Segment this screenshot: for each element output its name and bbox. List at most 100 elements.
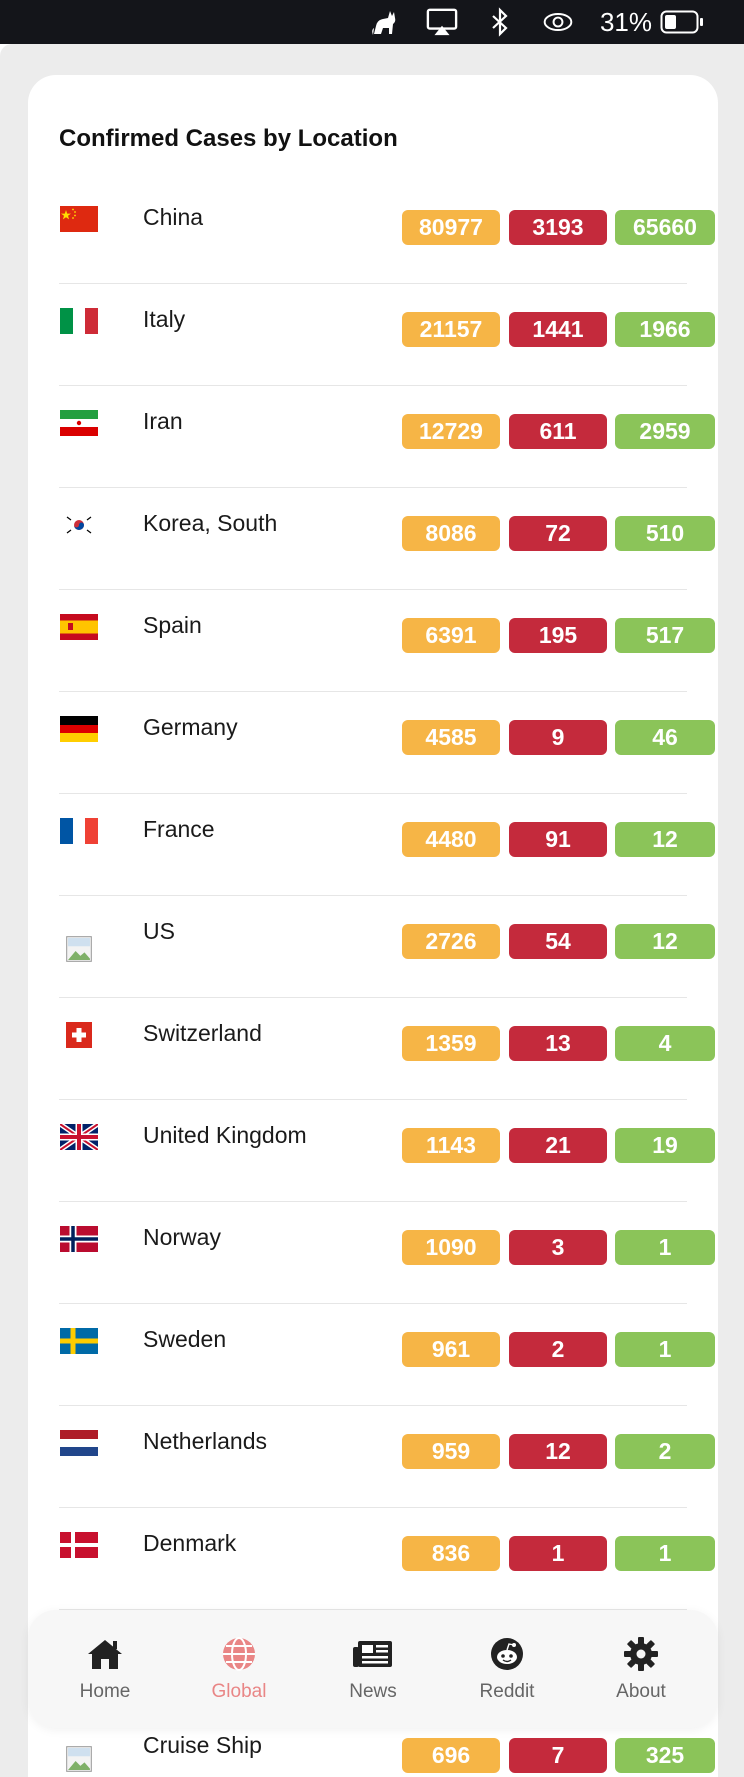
card-title: Confirmed Cases by Location: [59, 125, 398, 152]
menu-bar: 31%: [0, 0, 744, 44]
tab-home[interactable]: Home: [45, 1635, 165, 1703]
location-row[interactable]: US 2726 54 12: [59, 896, 715, 998]
recovered-count: 46: [615, 720, 715, 755]
battery-indicator[interactable]: 31%: [600, 7, 704, 38]
deaths-count: 12: [509, 1434, 607, 1469]
china-flag-icon: [60, 206, 98, 232]
location-name: Switzerland: [143, 1020, 262, 1046]
tab-news[interactable]: News: [313, 1635, 433, 1703]
location-row[interactable]: Switzerland 1359 13 4: [59, 998, 715, 1100]
location-row[interactable]: Denmark 836 1 1: [59, 1508, 715, 1610]
newspaper-icon: [352, 1635, 394, 1673]
confirmed-count: 1090: [402, 1230, 500, 1265]
location-row[interactable]: Iran 12729 611 2959: [59, 386, 715, 488]
home-icon: [84, 1635, 126, 1673]
denmark-flag-icon: [60, 1532, 98, 1558]
cat-icon[interactable]: [368, 6, 400, 38]
location-name: Netherlands: [143, 1428, 268, 1454]
location-row[interactable]: Sweden 961 2 1: [59, 1304, 715, 1406]
deaths-count: 1441: [509, 312, 607, 347]
bluetooth-icon[interactable]: [484, 6, 516, 38]
location-name: US: [143, 918, 175, 944]
location-row[interactable]: France 4480 91 12: [59, 794, 715, 896]
uk-flag-icon: [60, 1124, 98, 1150]
recovered-count: 2959: [615, 414, 715, 449]
south-korea-flag-icon: [60, 512, 98, 538]
recovered-count: 325: [615, 1738, 715, 1773]
italy-flag-icon: [60, 308, 98, 334]
recovered-count: 1: [615, 1230, 715, 1265]
recovered-count: 1966: [615, 312, 715, 347]
location-list: China 80977 3193 65660 Italy 21157 1441 1966 Ira…: [59, 182, 715, 1610]
location-row[interactable]: United Kingdom 1143 21 19: [59, 1100, 715, 1202]
location-row[interactable]: Korea, South 8086 72 510: [59, 488, 715, 590]
broken-image-icon: [60, 936, 98, 974]
confirmed-count: 696: [402, 1738, 500, 1773]
recovered-count: 1: [615, 1536, 715, 1571]
battery-percent: 31%: [599, 6, 652, 37]
tab-label: About: [616, 1681, 666, 1702]
location-row[interactable]: Netherlands 959 12 2: [59, 1406, 715, 1508]
confirmed-count: 1359: [402, 1026, 500, 1061]
confirmed-count: 959: [402, 1434, 500, 1469]
location-name: Iran: [143, 408, 183, 434]
germany-flag-icon: [60, 716, 98, 742]
globe-icon: [218, 1635, 260, 1673]
tab-reddit[interactable]: Reddit: [447, 1635, 567, 1703]
deaths-count: 21: [509, 1128, 607, 1163]
location-name: Cruise Ship: [143, 1732, 262, 1758]
location-row[interactable]: Spain 6391 195 517: [59, 590, 715, 692]
france-flag-icon: [60, 818, 98, 844]
confirmed-count: 1143: [402, 1128, 500, 1163]
location-row[interactable]: Italy 21157 1441 1966: [59, 284, 715, 386]
location-row[interactable]: China 80977 3193 65660: [59, 182, 715, 284]
deaths-count: 611: [509, 414, 607, 449]
location-name: France: [143, 816, 215, 842]
deaths-count: 91: [509, 822, 607, 857]
page-background: Confirmed Cases by Location China 80977 31…: [0, 44, 744, 1777]
location-name: Denmark: [143, 1530, 237, 1556]
tab-global[interactable]: Global: [179, 1635, 299, 1703]
confirmed-count: 6391: [402, 618, 500, 653]
confirmed-count: 836: [402, 1536, 500, 1571]
tab-about[interactable]: About: [581, 1635, 701, 1703]
recovered-count: 19: [615, 1128, 715, 1163]
vpn-icon[interactable]: [542, 6, 574, 38]
recovered-count: 2: [615, 1434, 715, 1469]
deaths-count: 9: [509, 720, 607, 755]
confirmed-count: 8086: [402, 516, 500, 551]
switzerland-flag-icon: [60, 1022, 98, 1048]
recovered-count: 1: [615, 1332, 715, 1367]
deaths-count: 3: [509, 1230, 607, 1265]
bottom-tab-bar: Home Global News Reddit About: [28, 1610, 718, 1728]
norway-flag-icon: [60, 1226, 98, 1252]
location-name: United Kingdom: [143, 1122, 307, 1148]
gear-icon: [620, 1635, 662, 1673]
location-name: China: [143, 204, 204, 230]
deaths-count: 2: [509, 1332, 607, 1367]
location-name: Korea, South: [143, 510, 278, 536]
recovered-count: 4: [615, 1026, 715, 1061]
location-name: Italy: [143, 306, 186, 332]
iran-flag-icon: [60, 410, 98, 436]
deaths-count: 54: [509, 924, 607, 959]
recovered-count: 517: [615, 618, 715, 653]
confirmed-count: 12729: [402, 414, 500, 449]
reddit-icon: [486, 1635, 528, 1673]
location-row[interactable]: Germany 4585 9 46: [59, 692, 715, 794]
battery-icon: [660, 10, 703, 34]
recovered-count: 12: [615, 822, 715, 857]
deaths-count: 3193: [509, 210, 607, 245]
spain-flag-icon: [60, 614, 98, 640]
location-name: Spain: [143, 612, 202, 638]
deaths-count: 195: [509, 618, 607, 653]
tab-label: Reddit: [479, 1681, 535, 1702]
tab-label: News: [349, 1681, 397, 1702]
location-row[interactable]: Norway 1090 3 1: [59, 1202, 715, 1304]
tab-label: Global: [211, 1681, 267, 1702]
confirmed-count: 4480: [402, 822, 500, 857]
airplay-icon[interactable]: [426, 6, 458, 38]
recovered-count: 12: [615, 924, 715, 959]
location-name: Sweden: [143, 1326, 227, 1352]
location-row-partial[interactable]: Cruise Ship 696 7 325: [59, 1728, 715, 1777]
